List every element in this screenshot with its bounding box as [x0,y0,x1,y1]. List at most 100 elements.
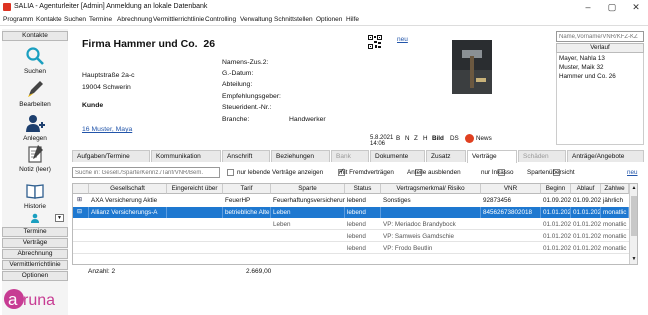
agent-link[interactable]: 16 Muster, Maya [82,126,132,133]
tab-aufgaben[interactable]: Aufgaben/Termine [72,150,150,162]
sidebar-button-optionen[interactable]: Optionen [2,271,68,281]
scroll-down-icon[interactable]: ▼ [631,256,637,262]
cell-tarif: betriebliche Alte [225,207,271,218]
table-subrow[interactable]: Leben lebend VP: Meriadoc Brandybock 01.… [73,219,629,230]
sidebar-button-vertraege[interactable]: Verträge [2,238,68,248]
photo-button-bild[interactable]: Bild [432,135,444,142]
photo-button-b[interactable]: B [396,135,400,142]
row-expand-icon[interactable]: ⊟ [75,207,89,218]
menu-kontakte[interactable]: Kontakte [36,16,62,23]
history-item[interactable]: Hammer und Co. 26 [559,73,616,80]
cell-status: lebend [347,233,366,240]
table-subrow[interactable]: lebend VP: Samweis Gamdschie 01.01.2021 … [73,231,629,242]
history-item[interactable]: Muster, Maik 32 [559,64,603,71]
window-title: SALIA - Agenturleiter [Admin] Anmeldung … [14,3,208,10]
tab-anschrift[interactable]: Anschrift [222,150,270,162]
sum-total: 2.669,00 [246,268,272,275]
qr-code-icon[interactable] [368,35,382,49]
cell-eingereicht [167,207,223,218]
svg-text:runa: runa [23,292,55,309]
sidebar-item-notiz[interactable]: Notiz (leer) [2,144,68,173]
tab-vertraege[interactable]: Verträge [467,150,517,163]
tab-beziehungen[interactable]: Beziehungen [271,150,330,162]
photo-button-ds[interactable]: DS [450,135,459,142]
menu-programm[interactable]: Programm [3,16,33,23]
menu-abrechnung[interactable]: Abrechnung [117,16,152,23]
column-header[interactable]: Tarif [223,184,271,194]
tab-kommunikation[interactable]: Kommunikation [151,150,221,162]
hammer-photo [452,40,492,94]
cell-gesellschaft: Allianz Versicherungs-A [89,207,167,218]
branche-value: Handwerker [289,116,326,123]
tab-dokumente[interactable]: Dokumente [370,150,425,162]
menu-verwaltung[interactable]: Verwaltung [240,16,272,23]
address-street: Hauptstraße 2a-c [82,72,135,79]
cell-sparte: Leben [271,207,345,218]
sidebar-header-kontakte[interactable]: Kontakte [2,31,68,41]
menu-termine[interactable]: Termine [89,16,112,23]
column-header[interactable]: Gesellschaft [89,184,167,194]
cell-merkmal: Sonstiges [383,197,411,204]
menu-hilfe[interactable]: Hilfe [346,16,359,23]
sidebar-button-abrechnung[interactable]: Abrechnung [2,249,68,259]
cell-beginn: 01.01.2021 [543,233,571,240]
menu-schnittstellen[interactable]: Schnittstellen [274,16,313,23]
contracts-table: Gesellschaft Eingereicht über Tarif Spar… [72,183,638,265]
scroll-up-icon[interactable]: ▲ [631,185,637,191]
cell-vnr: 92873456 [483,197,512,204]
maximize-button[interactable]: ▢ [600,1,624,13]
row-count: Anzahl: 2 [88,268,116,275]
checkbox-lebende[interactable] [227,169,234,176]
cell-beginn: 01.01.2021 [543,245,571,252]
sidebar-button-vermittlerrichtlinie[interactable]: Vermittlerrichtlinie [2,260,68,270]
checkbox-sparten-label: Spartenübersicht [527,169,575,176]
new-contract-link[interactable]: neu [627,169,638,176]
contract-search-input[interactable] [72,167,220,178]
close-button[interactable]: ✕ [624,1,648,13]
column-header[interactable]: Sparte [271,184,345,194]
contact-role: Kunde [82,102,104,109]
company-name: Firma Hammer und Co. 26 [82,38,216,50]
news-label[interactable]: News [476,135,492,142]
menu-suchen[interactable]: Suchen [64,16,86,23]
search-input[interactable] [556,31,644,42]
column-header[interactable]: Eingereicht über [167,184,223,194]
cell-ablauf: 01.09.2021 [573,197,601,204]
tab-antraege[interactable]: Anträge/Angebote [567,150,644,162]
checkbox-fremdvertraege-label: mit Fremdverträgen [339,169,394,176]
photo-button-h[interactable]: H [423,135,428,142]
photo-button-z[interactable]: Z [414,135,418,142]
column-header[interactable]: Ablauf [571,184,601,194]
sidebar-button-termine[interactable]: Termine [2,227,68,237]
table-subrow[interactable]: lebend VP: Frodo Beutlin 01.01.2021 01.0… [73,243,629,254]
column-header[interactable]: VNR [481,184,541,194]
photo-button-n[interactable]: N [405,135,410,142]
history-item[interactable]: Mayer, Nahla 13 [559,55,605,62]
tab-bank[interactable]: Bank [331,150,369,162]
scrollbar-thumb[interactable] [631,196,637,236]
photo-new-link[interactable]: neu [397,36,408,43]
table-row-selected[interactable]: ⊟ Allianz Versicherungs-A betriebliche A… [73,207,629,218]
minimize-button[interactable]: – [576,1,600,13]
sidebar-item-anlegen[interactable]: Anlegen [2,113,68,142]
column-header[interactable]: Status [345,184,381,194]
column-header[interactable]: Beginn [541,184,571,194]
tab-zusatz[interactable]: Zusatz [426,150,466,162]
cell-ablauf: 01.01.2022 [573,207,601,218]
sidebar-item-suchen[interactable]: Suchen [2,46,68,75]
column-header[interactable]: Vertragsmerkmal/ Risiko [381,184,481,194]
dropdown-arrow-icon[interactable]: ▼ [55,214,64,222]
tab-schaeden[interactable]: Schäden [518,150,566,162]
sidebar-item-bearbeiten[interactable]: Bearbeiten [2,79,68,108]
menu-vermittlerrichtlinie[interactable]: Vermittlerrichtlinie [153,16,204,23]
menu-optionen[interactable]: Optionen [316,16,342,23]
sidebar: Kontakte Suchen Bearbeiten Anlegen Notiz… [2,29,68,315]
sidebar-item-historie[interactable]: Historie [2,181,68,210]
table-row[interactable]: ⊞ AXA Versicherung Aktie FeuerHP Feuerha… [73,195,629,206]
column-header[interactable]: Zahlwe [601,184,629,194]
row-expand-icon[interactable]: ⊞ [75,195,89,206]
menu-controlling[interactable]: Controlling [205,16,236,23]
vertical-scrollbar[interactable]: ▲ ▼ [629,184,637,264]
cell-status: lebend [345,207,381,218]
user-status-icon[interactable] [30,213,40,223]
